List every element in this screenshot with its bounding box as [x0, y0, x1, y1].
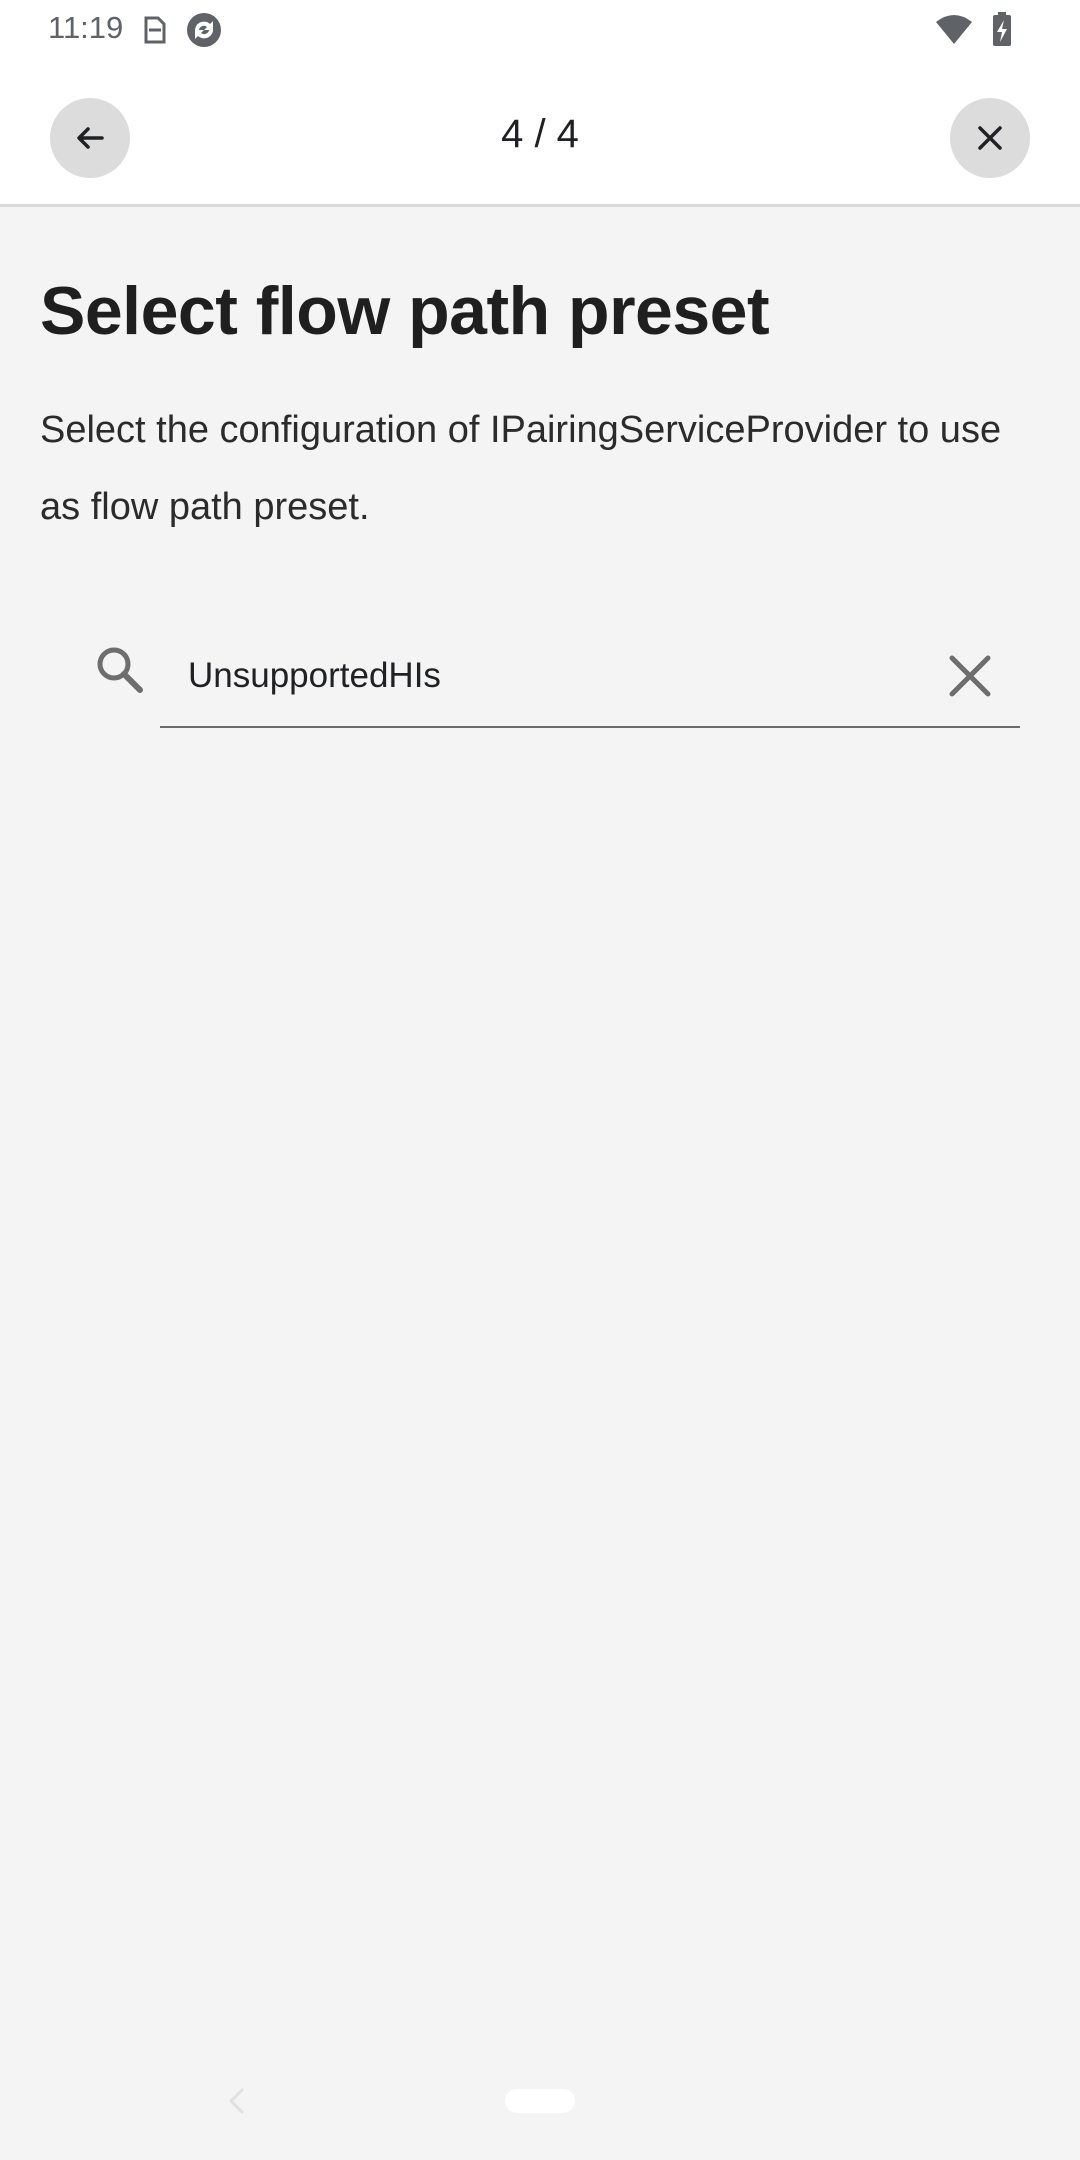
page-description: Select the configuration of IPairingServ… — [40, 409, 1002, 528]
clear-icon — [949, 655, 991, 697]
clear-search-button[interactable] — [940, 646, 1000, 706]
search-input[interactable] — [188, 648, 908, 704]
page-title: Select flow path preset — [40, 273, 770, 349]
sim-icon — [144, 16, 166, 44]
search-icon — [97, 647, 143, 693]
close-button[interactable] — [950, 98, 1030, 178]
battery-charging-icon — [993, 12, 1011, 46]
status-time: 11:19 — [48, 10, 124, 45]
step-counter: 4 / 4 — [501, 112, 579, 156]
nav-home-pill[interactable] — [505, 2089, 575, 2113]
close-icon — [978, 126, 1002, 150]
search-field — [160, 628, 1020, 728]
wizard-header: 4 / 4 — [0, 60, 1080, 207]
sync-icon — [187, 13, 221, 47]
nav-back-icon[interactable] — [222, 2086, 252, 2116]
wifi-icon — [936, 15, 972, 44]
status-bar: 11:19 — [0, 0, 1080, 60]
